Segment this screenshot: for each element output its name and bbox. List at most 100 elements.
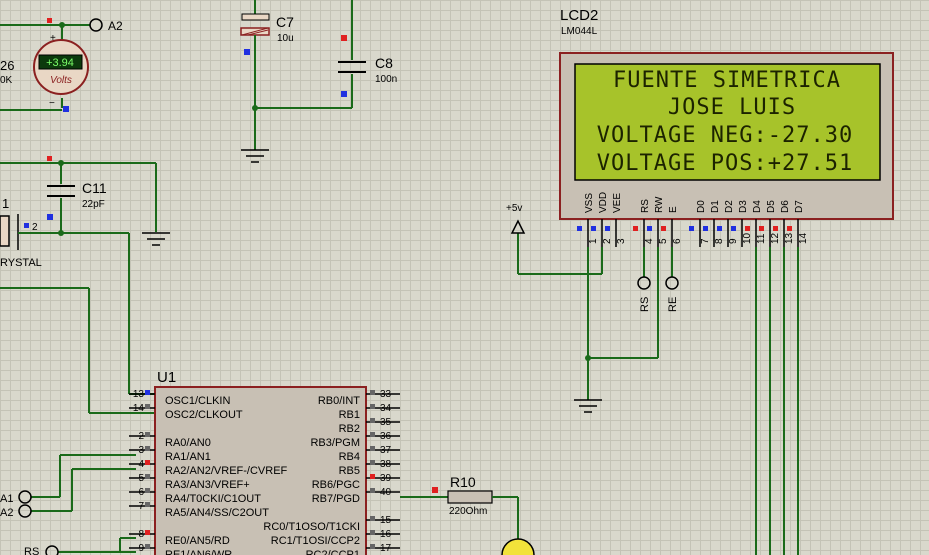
lcd-pin-name: D5 — [766, 200, 777, 213]
lcd-pin-number: 12 — [770, 232, 781, 244]
lcd-pin-name: RS — [640, 199, 651, 213]
lcd-pin-name: D6 — [780, 200, 791, 213]
lcd-model: LM044L — [561, 26, 598, 37]
ground-icon — [241, 149, 269, 163]
u1-pin-number: 8 — [138, 529, 144, 540]
pin-state-marker — [370, 390, 375, 395]
a2-terminal-icon[interactable] — [89, 18, 103, 32]
u1-pin-number: 16 — [380, 529, 392, 540]
crystal-pin: 2 — [32, 222, 38, 233]
c8-ref: C8 — [375, 55, 393, 71]
voltmeter[interactable]: +3.94 Volts + − — [33, 33, 89, 109]
rs-terminal-icon[interactable] — [637, 276, 651, 290]
lcd-pin-number: 3 — [616, 238, 627, 244]
schematic-canvas[interactable]: A2 +3.94 Volts + − 26 0K C7 10u C8 100n … — [0, 0, 929, 555]
pin-state-marker — [591, 226, 596, 231]
c8-value: 100n — [375, 74, 397, 85]
pin-state-marker — [145, 404, 150, 409]
lcd-pin-number: 10 — [742, 232, 753, 244]
resistor-r10[interactable] — [400, 487, 535, 555]
u1-pin-number: 15 — [380, 515, 392, 526]
input-terminals — [31, 454, 136, 553]
r6-value: 0K — [0, 75, 13, 86]
lcd-pin-number: 11 — [756, 233, 767, 244]
a1-terminal-icon[interactable] — [18, 490, 32, 504]
u1-pin-label: RA2/AN2/VREF-/CVREF — [165, 465, 288, 477]
pin-state-marker — [370, 516, 375, 521]
u1-ref: U1 — [157, 369, 176, 386]
pin-state-marker — [145, 530, 150, 535]
capacitor-c11[interactable] — [0, 156, 157, 236]
re-terminal-label: RE — [667, 297, 679, 312]
pin-state-marker — [745, 226, 750, 231]
pin-state-marker — [633, 226, 638, 231]
lcd-display[interactable]: FUENTE SIMETRICA JOSE LUIS VOLTAGE NEG:-… — [559, 52, 894, 220]
u1-pin-number: 38 — [380, 459, 392, 470]
rs-terminal-label: RS — [639, 297, 651, 312]
ground-icon — [574, 399, 602, 413]
u1-pin-number: 3 — [138, 445, 144, 456]
u1-pin-label: RA0/AN0 — [165, 437, 211, 449]
u1-pin-label: RC0/T1OSO/T1CKI — [263, 521, 360, 533]
c7-value: 10u — [277, 33, 294, 44]
crystal-ref: 1 — [2, 196, 9, 211]
lcd-pin-number: 13 — [784, 232, 795, 244]
lcd-pin-number: 9 — [728, 238, 739, 244]
pin-state-marker — [145, 544, 150, 549]
re-terminal-icon[interactable] — [665, 276, 679, 290]
lcd-pin-number: 1 — [588, 238, 599, 244]
r10-ref: R10 — [450, 474, 476, 490]
u1-pin-number: 17 — [380, 543, 392, 554]
pin-state-marker — [370, 530, 375, 535]
u1-pin-number: 35 — [380, 417, 392, 428]
u1-pin-number: 6 — [138, 487, 144, 498]
u1-pin-number: 39 — [380, 473, 392, 484]
lcd-pin-name: D3 — [738, 200, 749, 213]
lcd-pin-name: VDD — [598, 192, 609, 213]
u1-pin-number: 7 — [138, 501, 144, 512]
pin-state-marker — [759, 226, 764, 231]
pin-state-marker — [370, 432, 375, 437]
u1-pin-number: 4 — [138, 459, 144, 470]
capacitor-c7[interactable] — [240, 0, 352, 150]
pin-state-marker — [370, 404, 375, 409]
lcd-pin-number: 8 — [714, 238, 725, 244]
supply-5v-icon — [510, 219, 526, 234]
lcd-pin-number: 7 — [700, 238, 711, 244]
a2-terminal-icon[interactable] — [18, 504, 32, 518]
pin-state-marker — [647, 226, 652, 231]
voltmeter-reading: +3.94 — [46, 57, 74, 69]
u1-pin-number: 14 — [133, 403, 145, 414]
lcd-pin-name: D0 — [696, 200, 707, 213]
rs-bottom-terminal-icon[interactable] — [45, 545, 59, 555]
u1-pin-label: RB7/PGD — [312, 493, 360, 505]
u1-pin-label: RB2 — [339, 423, 360, 435]
u1-pin-label: RB4 — [339, 451, 360, 463]
lcd-line-4: VOLTAGE POS:+27.51 — [597, 151, 853, 176]
lcd-pin-name: D1 — [710, 200, 721, 213]
u1-pin-label: OSC2/CLKOUT — [165, 409, 243, 421]
lcd-pin-number: 5 — [658, 238, 669, 244]
crystal[interactable] — [0, 214, 155, 395]
pin-state-marker — [370, 544, 375, 549]
u1-pin-label: RC1/T1OSI/CCP2 — [271, 535, 360, 547]
c7-ref: C7 — [276, 14, 294, 30]
u1-pin-label: RB0/INT — [318, 395, 360, 407]
supply-5v-label: +5v — [506, 203, 522, 214]
pin-state-marker — [370, 474, 375, 479]
capacitor-c8[interactable] — [338, 0, 366, 108]
u1-pin-label: RC2/CCP1 — [306, 549, 360, 555]
u1-pin-number: 13 — [133, 389, 145, 400]
crystal-value: RYSTAL — [0, 257, 42, 269]
c11-value: 22pF — [82, 199, 105, 210]
u1-pin-label: RB3/PGM — [310, 437, 360, 449]
pin-state-marker — [145, 460, 150, 465]
pin-state-marker — [145, 474, 150, 479]
u1-pin-label: OSC1/CLKIN — [165, 395, 230, 407]
lcd-pin-number: 2 — [602, 238, 613, 244]
pin-state-marker — [703, 226, 708, 231]
u1-pin-number: 9 — [138, 543, 144, 554]
pin-state-marker — [370, 488, 375, 493]
lcd-pin-name: VEE — [612, 193, 623, 213]
lcd-line-3: VOLTAGE NEG:-27.30 — [597, 123, 853, 148]
